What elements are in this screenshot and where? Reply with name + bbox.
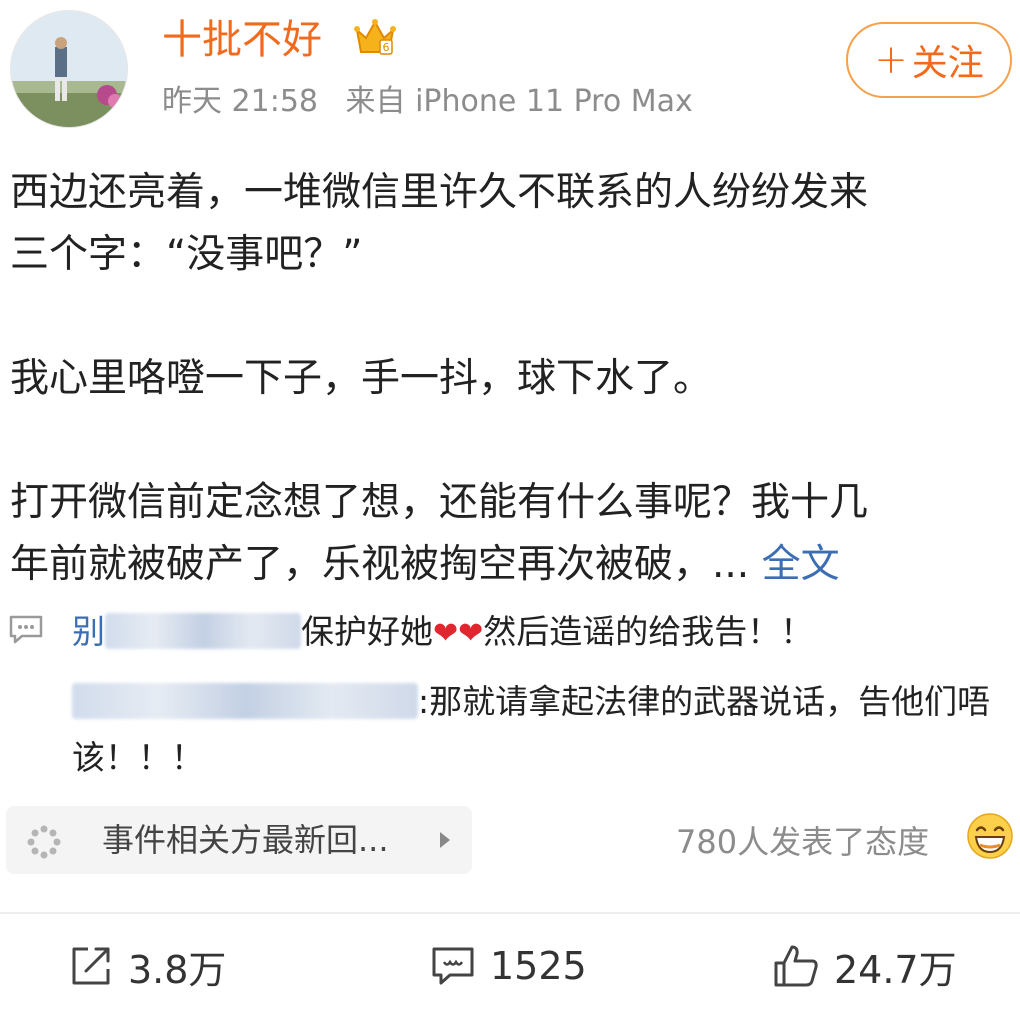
comment-bubble-icon <box>8 614 44 646</box>
full-text-link[interactable]: 全文 <box>762 542 840 587</box>
post-meta: 昨天 21:58 来自 iPhone 11 Pro Max <box>162 80 711 124</box>
comment-text: 保护好她 <box>301 612 433 651</box>
post-line: 三个字：“没事吧？” <box>10 232 363 277</box>
post-source: 来自 iPhone 11 Pro Max <box>345 84 693 119</box>
plus-icon: + <box>874 37 908 83</box>
post-line: 年前就被破产了，乐视被掏空再次被破，... <box>10 542 750 587</box>
heart-icon: ❤ <box>458 616 484 651</box>
chevron-right-icon <box>440 832 450 848</box>
divider <box>0 912 1020 914</box>
avatar[interactable] <box>10 10 128 128</box>
comment-item[interactable]: 别保护好她❤❤然后造谣的给我告！！ <box>72 608 813 658</box>
topic-label: 事件相关方最新回... <box>102 821 389 859</box>
username[interactable]: 十批不好 <box>162 14 322 66</box>
repost-button[interactable]: 3.8万 <box>68 938 226 994</box>
comment-count: 1525 <box>490 944 587 988</box>
post-time: 昨天 21:58 <box>162 84 318 119</box>
follow-label: 关注 <box>911 43 984 84</box>
like-button[interactable]: 24.7万 <box>772 938 957 994</box>
comment-icon <box>432 947 474 985</box>
comment-button[interactable]: 1525 <box>430 938 587 994</box>
topic-card[interactable]: 事件相关方最新回... <box>6 806 472 874</box>
laughing-emoji-icon[interactable] <box>966 812 1014 860</box>
heart-icon: ❤ <box>433 616 459 651</box>
post-line: 我心里咯噔一下子，手一抖，球下水了。 <box>10 356 713 401</box>
comment-item[interactable]: :那就请拿起法律的武器说话，告他们唔该！！！ <box>72 674 1012 786</box>
post-line: 打开微信前定念想了想，还能有什么事呢？我十几 <box>10 480 869 525</box>
follow-button[interactable]: + 关注 <box>846 22 1012 98</box>
repost-count: 3.8万 <box>128 947 227 992</box>
post-body: 西边还亮着，一堆微信里许久不联系的人纷纷发来 三个字：“没事吧？” 我心里咯噔一… <box>10 162 1010 596</box>
loading-spinner-icon <box>26 824 62 860</box>
comment-author[interactable]: 别 <box>72 612 105 651</box>
blurred-username <box>72 683 418 719</box>
blurred-username <box>105 613 301 649</box>
like-count: 24.7万 <box>834 947 957 992</box>
thumbs-up-icon <box>774 945 818 987</box>
crown-icon: 6 <box>352 14 398 60</box>
share-icon <box>72 947 110 985</box>
comment-text: 然后造谣的给我告！！ <box>483 612 814 651</box>
post-line: 西边还亮着，一堆微信里许久不联系的人纷纷发来 <box>10 170 869 215</box>
svg-text:6: 6 <box>383 41 390 54</box>
post-line-last: 年前就被破产了，乐视被掏空再次被破，... 全文 <box>10 534 1010 596</box>
reactions-summary[interactable]: 780人发表了态度 <box>676 820 929 864</box>
